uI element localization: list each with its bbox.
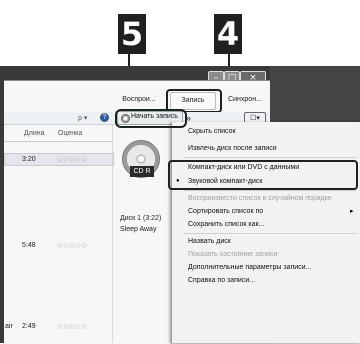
tab-sync[interactable]: Синхрон...	[222, 92, 268, 108]
menu-item-help[interactable]: Справка по записи...	[188, 277, 255, 284]
column-rating[interactable]: Оценка	[58, 130, 82, 137]
tab-play[interactable]: Воспрои...	[118, 92, 160, 108]
column-length[interactable]: Длина	[24, 130, 45, 137]
rating-stars[interactable]: ☆☆☆☆☆	[56, 155, 88, 164]
menu-item-show-status: Показать состояние записи	[188, 251, 278, 258]
rating-stars[interactable]: ☆☆☆☆☆	[56, 241, 88, 250]
help-icon[interactable]: ?	[100, 113, 109, 122]
column-divider	[4, 141, 112, 142]
menu-item-name-disc[interactable]: Назвать диск	[188, 238, 231, 245]
disc-type-highlight	[168, 160, 358, 190]
callout-4: 4	[214, 14, 242, 54]
disc-header: Диск 1 (3:22)	[120, 215, 162, 222]
burn-list-item[interactable]: Sleep Away	[120, 226, 156, 233]
callout-5: 5	[118, 14, 146, 54]
track-title-fragment: air	[5, 323, 13, 330]
menu-item-eject-after[interactable]: Извлечь диск после записи	[188, 145, 277, 152]
start-burn-highlight	[115, 109, 187, 128]
track-length: 2:49	[22, 323, 36, 330]
menu-separator	[184, 233, 357, 234]
cd-r-label: CD R	[130, 166, 154, 177]
track-length: 5:48	[22, 242, 36, 249]
search-dropdown[interactable]: ρ ▾	[78, 114, 87, 122]
menu-item-hide-list[interactable]: Скрыть список	[188, 128, 236, 135]
burn-options-menu: Скрыть список Извлечь диск после записи …	[171, 122, 360, 343]
rating-stars[interactable]: ☆☆☆☆☆	[56, 322, 88, 331]
menu-separator	[184, 157, 357, 158]
menu-item-sort[interactable]: Сортировать список по	[188, 208, 263, 215]
submenu-arrow-icon: ▸	[350, 208, 354, 215]
track-length: 3:20	[22, 156, 36, 163]
menu-item-save-as[interactable]: Сохранить список как...	[188, 221, 264, 228]
list-pane-divider	[112, 124, 113, 343]
menu-item-shuffle: Воспроизвести список в случайном порядке	[188, 195, 332, 202]
menu-item-advanced[interactable]: Дополнительные параметры записи...	[188, 264, 311, 271]
menu-separator	[184, 190, 357, 191]
